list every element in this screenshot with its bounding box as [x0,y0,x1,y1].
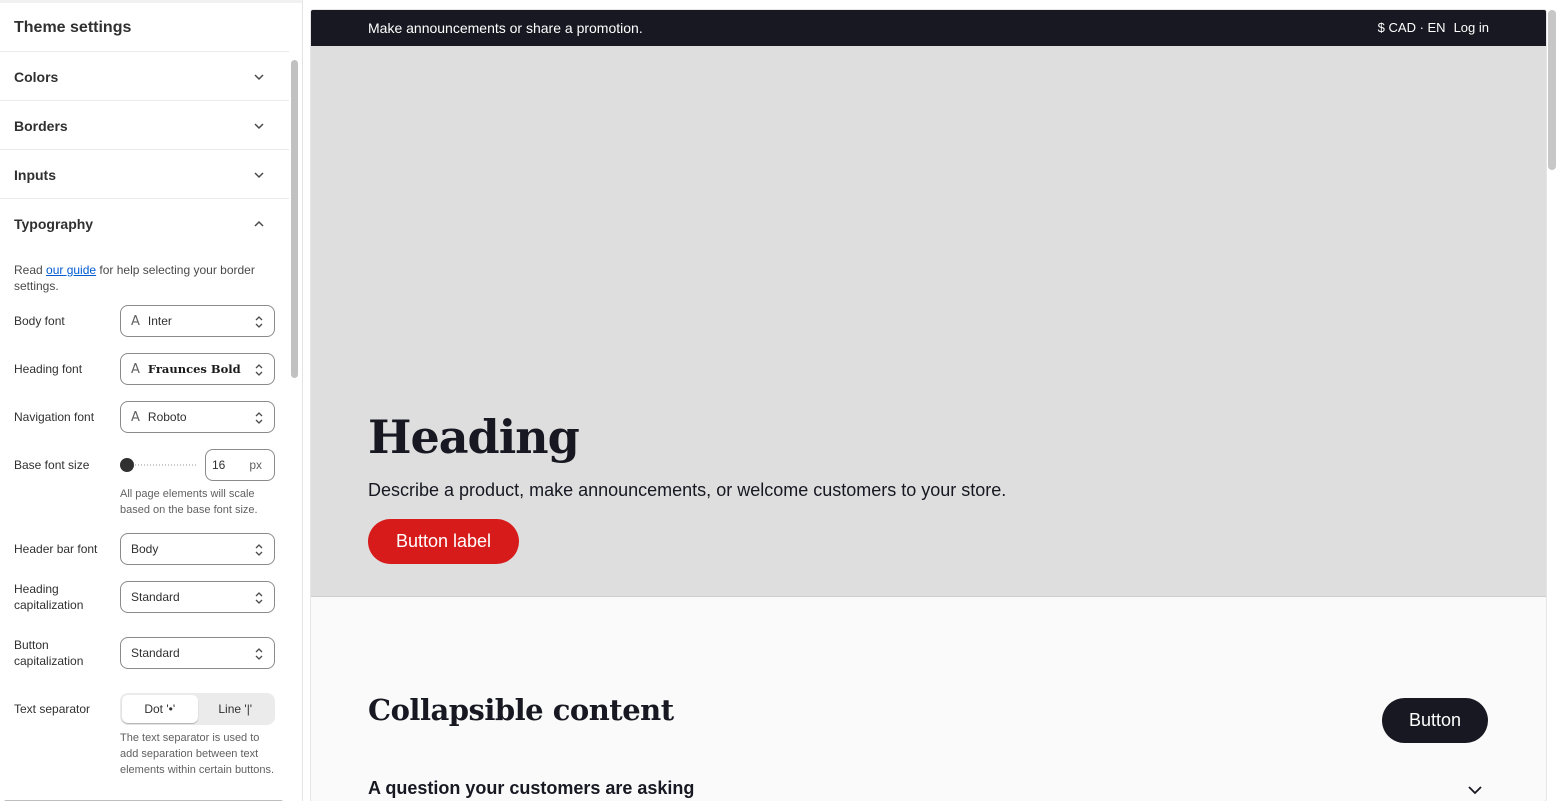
collapsible-title: Collapsible content [368,693,674,727]
hero-heading: Heading [368,410,580,464]
header-bar-font-value: Body [131,542,159,556]
section-inputs[interactable]: Inputs [0,150,289,199]
help-text: Read our guide for help selecting your b… [14,262,276,294]
announcement-bar: Make announcements or share a promotion.… [311,10,1546,46]
heading-capitalization-label: Heading capitalization [14,582,84,612]
navigation-font-value: Roboto [147,410,187,424]
theme-preview: Make announcements or share a promotion.… [311,10,1546,801]
base-font-size-value: 16 [212,458,226,472]
header-bar-font-label: Header bar font [14,542,98,556]
section-label: Inputs [14,167,56,183]
typography-settings: Read our guide for help selecting your b… [0,262,289,801]
slider-track [126,464,198,466]
button-capitalization-select[interactable]: Standard [120,637,275,669]
base-font-size-label: Base font size [14,458,90,472]
sidebar-scrollbar[interactable] [291,60,298,378]
select-arrows-icon [255,364,263,376]
section-typography[interactable]: Typography [0,199,289,248]
heading-capitalization-select[interactable]: Standard [120,581,275,613]
text-separator-label: Text separator [14,702,91,716]
hero-text: Describe a product, make announcements, … [368,480,1007,500]
section-label: Borders [14,118,68,134]
text-separator-hint: The text separator is used to add separa… [120,732,275,776]
button-capitalization-value: Standard [131,646,180,660]
section-colors[interactable]: Colors [0,52,289,101]
button-capitalization-label: Button capitalization [14,638,84,668]
select-arrows-icon [255,316,263,328]
slider-handle[interactable] [120,458,134,472]
body-font-value: Inter [147,314,172,328]
select-arrows-icon [255,648,263,660]
font-icon: A [131,313,140,329]
font-icon: A [131,409,140,425]
panel-title: Theme settings [0,3,289,52]
heading-font-picker[interactable]: A Fraunces Bold [120,353,275,385]
collapsible-button[interactable]: Button [1382,698,1488,743]
heading-font-value: Fraunces Bold [147,362,241,376]
help-prefix: Read [14,263,47,277]
chevron-down-icon [254,123,264,130]
preview-scrollbar[interactable] [1548,10,1556,170]
separator-option-dot[interactable]: Dot '•' [122,695,198,723]
section-borders[interactable]: Borders [0,101,289,150]
separator-option-line[interactable]: Line '|' [198,695,274,723]
hero-button[interactable]: Button label [368,519,519,564]
header-bar-font-select[interactable]: Body [120,533,275,565]
chevron-down-icon [254,172,264,179]
select-arrows-icon [255,544,263,556]
faq-question[interactable]: A question your customers are asking [368,778,694,799]
font-icon: A [131,361,140,377]
section-label: Colors [14,69,59,85]
heading-capitalization-value: Standard [131,590,180,604]
base-font-size-slider[interactable] [120,457,198,473]
section-label: Typography [14,216,94,232]
select-arrows-icon [255,412,263,424]
base-font-size-hint: All page elements will scale based on th… [120,488,258,516]
announcement-text[interactable]: Make announcements or share a promotion. [368,20,643,36]
hero-banner: Heading Describe a product, make announc… [311,46,1546,597]
text-separator-toggle: Dot '•' Line '|' [120,693,275,725]
chevron-up-icon [254,220,264,227]
navigation-font-label: Navigation font [14,410,95,424]
base-font-size-input[interactable]: 16 px [205,449,275,481]
header-utilities: $ CAD · EN Log in [1378,20,1489,35]
unit-label: px [249,458,262,472]
select-arrows-icon [255,592,263,604]
guide-link[interactable]: our guide [46,263,96,277]
currency-locale-selector[interactable]: $ CAD · EN [1378,20,1446,35]
theme-settings-panel: Theme settings Colors Borders Inputs Typ… [0,0,303,801]
chevron-down-icon [254,74,264,81]
chevron-down-icon[interactable] [1467,784,1483,796]
body-font-picker[interactable]: A Inter [120,305,275,337]
login-link[interactable]: Log in [1454,20,1489,35]
navigation-font-picker[interactable]: A Roboto [120,401,275,433]
heading-font-label: Heading font [14,362,83,376]
body-font-label: Body font [14,314,65,328]
